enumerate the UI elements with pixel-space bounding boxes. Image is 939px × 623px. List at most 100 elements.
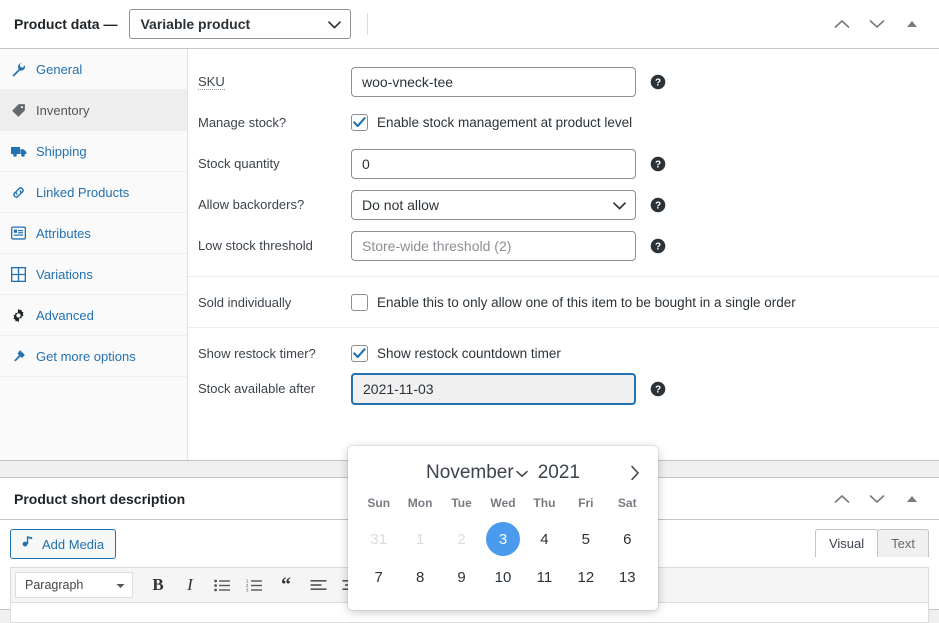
sold-individually-checkbox[interactable] bbox=[351, 294, 368, 311]
datepicker-day[interactable]: 9 bbox=[441, 558, 482, 596]
weekday-label: Fri bbox=[565, 492, 606, 520]
bulleted-list-button[interactable] bbox=[207, 571, 237, 599]
weekday-label: Thu bbox=[524, 492, 565, 520]
datepicker-day[interactable]: 31 bbox=[358, 520, 399, 558]
panel-header-actions bbox=[831, 13, 927, 35]
media-icon bbox=[20, 535, 35, 553]
stock-available-after-label: Stock available after bbox=[198, 381, 315, 396]
datepicker-day-selected[interactable]: 3 bbox=[482, 520, 523, 558]
format-select-value: Paragraph bbox=[25, 578, 83, 592]
sidebar-item-label: Attributes bbox=[27, 226, 91, 241]
wrench-icon bbox=[10, 61, 27, 78]
next-month-icon[interactable] bbox=[624, 462, 646, 484]
tab-text[interactable]: Text bbox=[877, 529, 929, 557]
manage-stock-checkbox[interactable] bbox=[351, 114, 368, 131]
help-icon[interactable]: ? bbox=[650, 197, 666, 213]
help-icon[interactable]: ? bbox=[650, 381, 666, 397]
tab-visual[interactable]: Visual bbox=[815, 529, 878, 557]
datepicker-year: 2021 bbox=[538, 462, 580, 484]
tag-icon bbox=[10, 102, 27, 119]
add-media-button[interactable]: Add Media bbox=[10, 529, 116, 559]
sidebar-item-attributes[interactable]: Attributes bbox=[0, 213, 187, 254]
datepicker-day[interactable]: 1 bbox=[399, 520, 440, 558]
datepicker-days-grid: 311234567891011121314151617181920 bbox=[358, 520, 648, 610]
truck-icon bbox=[10, 143, 27, 160]
help-icon[interactable]: ? bbox=[650, 238, 666, 254]
move-down-icon[interactable] bbox=[866, 13, 888, 35]
product-data-body: General Inventory Shipping Linked Produc… bbox=[0, 49, 939, 460]
restock-timer-checkbox[interactable] bbox=[351, 345, 368, 362]
toggle-panel-icon[interactable] bbox=[901, 488, 923, 510]
backorders-value: Do not allow bbox=[362, 197, 439, 213]
page-title: Product data — bbox=[14, 16, 117, 32]
stock-available-after-input[interactable] bbox=[351, 373, 636, 405]
sidebar-item-advanced[interactable]: Advanced bbox=[0, 295, 187, 336]
field-row-backorders: Allow backorders? Do not allow ? bbox=[188, 184, 939, 225]
datepicker-day[interactable]: 20 bbox=[607, 596, 648, 610]
datepicker-day[interactable]: 17 bbox=[482, 596, 523, 610]
blockquote-button[interactable]: “ bbox=[271, 571, 301, 599]
datepicker-day[interactable]: 2 bbox=[441, 520, 482, 558]
datepicker-month[interactable]: November bbox=[426, 462, 514, 484]
sidebar-item-label: Shipping bbox=[27, 144, 87, 159]
datepicker-day[interactable]: 10 bbox=[482, 558, 523, 596]
datepicker-day[interactable]: 19 bbox=[565, 596, 606, 610]
chevron-down-icon[interactable] bbox=[516, 466, 528, 481]
sidebar-item-shipping[interactable]: Shipping bbox=[0, 131, 187, 172]
align-left-button[interactable] bbox=[303, 571, 333, 599]
sidebar-item-get-more-options[interactable]: Get more options bbox=[0, 336, 187, 377]
help-icon[interactable]: ? bbox=[650, 74, 666, 90]
sidebar-item-inventory[interactable]: Inventory bbox=[0, 90, 187, 131]
product-data-tabs: General Inventory Shipping Linked Produc… bbox=[0, 49, 188, 460]
bold-button[interactable]: B bbox=[143, 571, 173, 599]
svg-text:?: ? bbox=[655, 77, 661, 88]
datepicker-day[interactable]: 12 bbox=[565, 558, 606, 596]
datepicker-day[interactable]: 14 bbox=[358, 596, 399, 610]
backorders-select[interactable]: Do not allow bbox=[351, 190, 636, 220]
sku-label: SKU bbox=[198, 74, 225, 90]
format-select[interactable]: Paragraph bbox=[15, 572, 133, 598]
weekday-label: Sun bbox=[358, 492, 399, 520]
move-up-icon[interactable] bbox=[831, 13, 853, 35]
sidebar-item-label: Variations bbox=[27, 267, 93, 282]
weekday-label: Tue bbox=[441, 492, 482, 520]
move-down-icon[interactable] bbox=[866, 488, 888, 510]
inventory-form: SKU ? Manage stock? Enab bbox=[188, 49, 939, 460]
datepicker-header: November 2021 bbox=[358, 454, 648, 492]
backorders-label: Allow backorders? bbox=[198, 197, 304, 212]
gear-icon bbox=[10, 307, 27, 324]
datepicker-day[interactable]: 13 bbox=[607, 558, 648, 596]
restock-timer-label: Show restock timer? bbox=[198, 346, 316, 361]
stock-quantity-input[interactable] bbox=[351, 149, 636, 179]
move-up-icon[interactable] bbox=[831, 488, 853, 510]
datepicker-day[interactable]: 18 bbox=[524, 596, 565, 610]
sidebar-item-label: Inventory bbox=[27, 103, 89, 118]
datepicker-day[interactable]: 16 bbox=[441, 596, 482, 610]
low-stock-threshold-input[interactable] bbox=[351, 231, 636, 261]
short-description-header-actions bbox=[831, 488, 927, 510]
field-row-sold-individually: Sold individually Enable this to only al… bbox=[188, 276, 939, 317]
sidebar-item-linked-products[interactable]: Linked Products bbox=[0, 172, 187, 213]
selected-day-circle: 3 bbox=[486, 522, 520, 556]
short-description-title: Product short description bbox=[14, 491, 185, 507]
italic-button[interactable]: I bbox=[175, 571, 205, 599]
help-icon[interactable]: ? bbox=[650, 156, 666, 172]
sidebar-item-variations[interactable]: Variations bbox=[0, 254, 187, 295]
sku-input[interactable] bbox=[351, 67, 636, 97]
datepicker-day[interactable]: 8 bbox=[399, 558, 440, 596]
product-type-select[interactable]: Variable product bbox=[129, 9, 351, 39]
datepicker-day[interactable]: 6 bbox=[607, 520, 648, 558]
list-box-icon bbox=[10, 225, 27, 242]
sidebar-item-general[interactable]: General bbox=[0, 49, 187, 90]
datepicker-day[interactable]: 11 bbox=[524, 558, 565, 596]
numbered-list-button[interactable]: 123 bbox=[239, 571, 269, 599]
toggle-panel-icon[interactable] bbox=[901, 13, 923, 35]
datepicker-day[interactable]: 7 bbox=[358, 558, 399, 596]
chevron-down-icon bbox=[613, 197, 626, 213]
product-data-panel: Product data — Variable product bbox=[0, 0, 939, 461]
datepicker-weekdays: Sun Mon Tue Wed Thu Fri Sat bbox=[358, 492, 648, 520]
datepicker-day[interactable]: 4 bbox=[524, 520, 565, 558]
datepicker-day[interactable]: 15 bbox=[399, 596, 440, 610]
datepicker-day[interactable]: 5 bbox=[565, 520, 606, 558]
field-row-stock-quantity: Stock quantity ? bbox=[188, 143, 939, 184]
